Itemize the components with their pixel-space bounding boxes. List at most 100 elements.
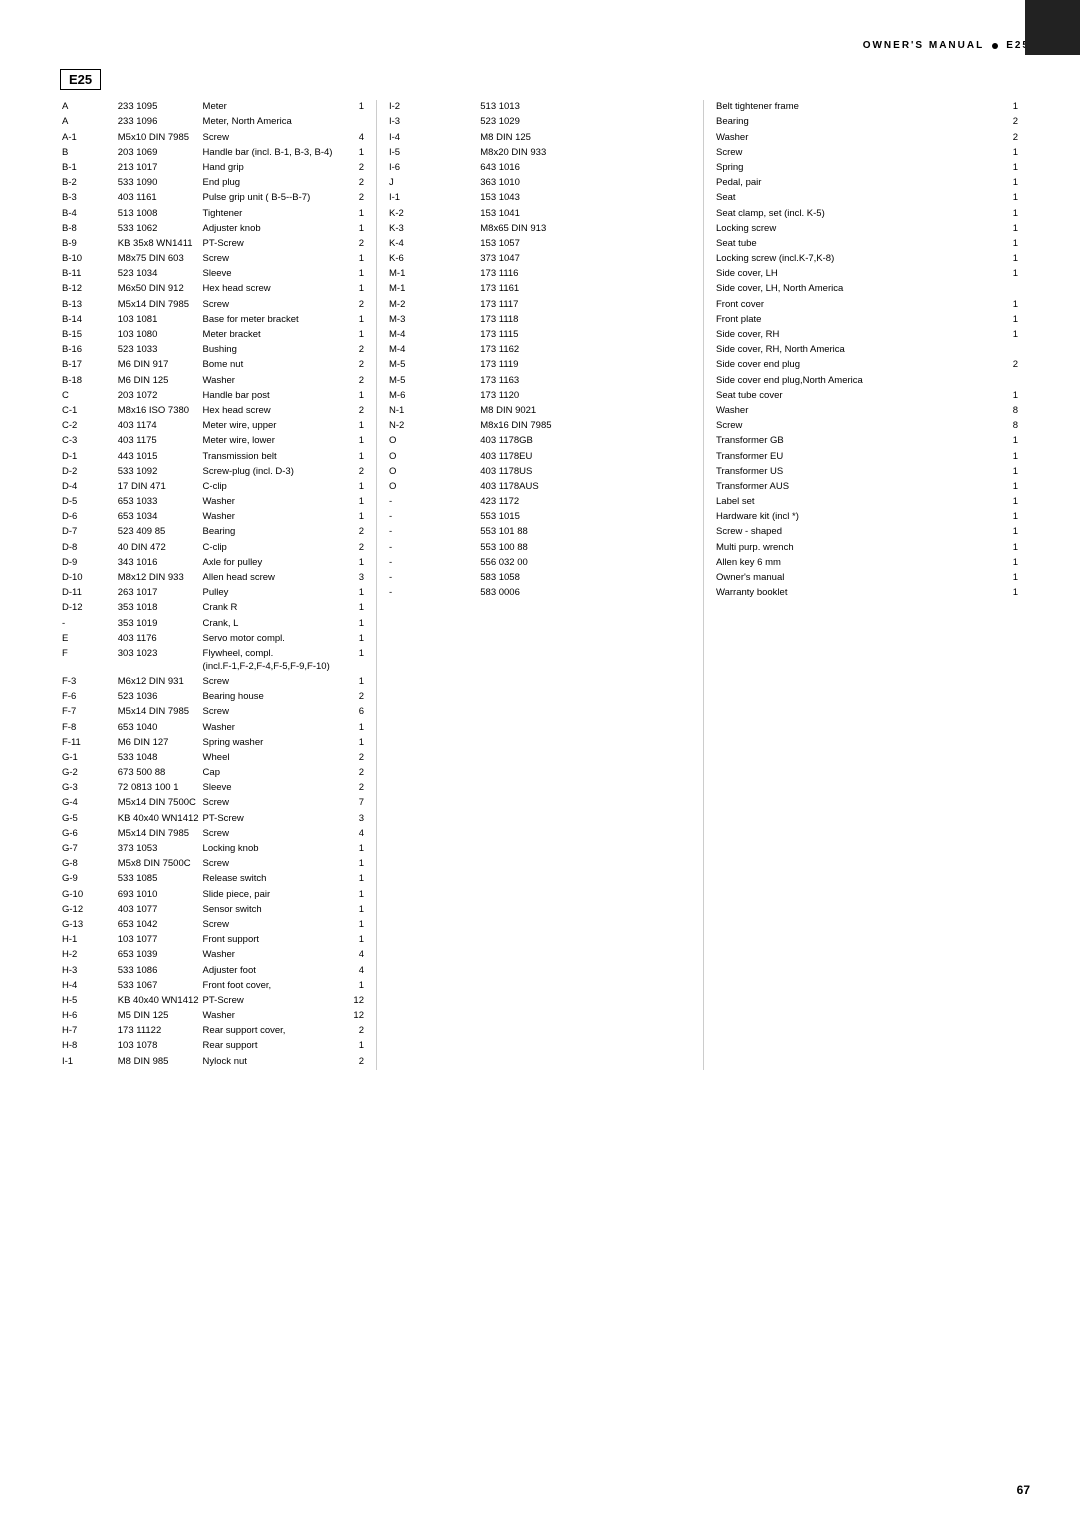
ref-cell: D-11	[60, 586, 116, 601]
part-cell: M5x14 DIN 7985	[116, 297, 201, 312]
table-row: D-4 17 DIN 471 C-clip 1	[60, 480, 366, 495]
ref-cell: G-4	[60, 796, 116, 811]
part-cell: 533 1086	[116, 963, 201, 978]
part-cell: 403 1175	[116, 434, 201, 449]
qty-cell: 1	[991, 328, 1020, 343]
table-row: F-3 M6x12 DIN 931 Screw 1	[60, 675, 366, 690]
qty-cell: 1	[348, 918, 366, 933]
table-row: I-2 513 1013	[387, 100, 693, 115]
desc-cell: Base for meter bracket	[201, 313, 349, 328]
ref-cell: C-1	[60, 404, 116, 419]
ref-cell: G-2	[60, 766, 116, 781]
table-row: Transformer GB 1	[714, 434, 1020, 449]
desc-cell: Bearing	[201, 525, 349, 540]
desc-cell: Adjuster foot	[201, 963, 349, 978]
ref-cell: H-6	[60, 1009, 116, 1024]
qty-cell: 2	[348, 297, 366, 312]
qty-cell: 1	[348, 857, 366, 872]
qty-cell: 1	[991, 252, 1020, 267]
desc-cell: Spring washer	[201, 736, 349, 751]
desc-cell: Transformer AUS	[714, 480, 991, 495]
ref-cell: M-3	[387, 313, 478, 328]
part-cell: 403 1178US	[478, 465, 693, 480]
qty-cell: 1	[991, 161, 1020, 176]
table-row: H-3 533 1086 Adjuster foot 4	[60, 963, 366, 978]
table-row: B-11 523 1034 Sleeve 1	[60, 267, 366, 282]
qty-cell: 1	[348, 434, 366, 449]
qty-cell: 1	[348, 510, 366, 525]
table-row: Screw - shaped 1	[714, 525, 1020, 540]
ref-cell: M-1	[387, 282, 478, 297]
part-cell: 173 1120	[478, 389, 693, 404]
desc-cell: Tightener	[201, 206, 349, 221]
table-row: H-2 653 1039 Washer 4	[60, 948, 366, 963]
ref-cell: M-4	[387, 343, 478, 358]
desc-cell: C-clip	[201, 540, 349, 555]
qty-cell: 1	[991, 313, 1020, 328]
part-cell: 173 1115	[478, 328, 693, 343]
part-cell: 373 1053	[116, 842, 201, 857]
qty-cell: 1	[348, 601, 366, 616]
qty-cell: 8	[991, 404, 1020, 419]
desc-cell: Flywheel, compl.(incl.F-1,F-2,F-4,F-5,F-…	[201, 647, 349, 675]
table-row: G-7 373 1053 Locking knob 1	[60, 842, 366, 857]
table-row: F-11 M6 DIN 127 Spring washer 1	[60, 736, 366, 751]
table-row: M-4 173 1162	[387, 343, 693, 358]
table-row: D-11 263 1017 Pulley 1	[60, 586, 366, 601]
desc-cell: Side cover, RH, North America	[714, 343, 991, 358]
page: OWNER'S MANUAL E25 E25 A 233 1095 Meter …	[0, 0, 1080, 1527]
ref-cell: C-3	[60, 434, 116, 449]
table-row: F-7 M5x14 DIN 7985 Screw 6	[60, 705, 366, 720]
desc-cell: Side cover, LH, North America	[714, 282, 991, 297]
qty-cell: 1	[348, 887, 366, 902]
desc-cell: Pedal, pair	[714, 176, 991, 191]
parts-table-2: I-2 513 1013 I-3 523 1029 I-4 M8 DIN 125…	[387, 100, 693, 601]
part-cell: M6 DIN 125	[116, 373, 201, 388]
desc-cell: Side cover, LH	[714, 267, 991, 282]
desc-cell: PT-Screw	[201, 237, 349, 252]
table-row: B-15 103 1080 Meter bracket 1	[60, 328, 366, 343]
table-row: H-7 173 11122 Rear support cover, 2	[60, 1024, 366, 1039]
table-row: - 423 1172	[387, 495, 693, 510]
qty-cell: 1	[348, 419, 366, 434]
desc-cell: Cap	[201, 766, 349, 781]
qty-cell: 2	[348, 161, 366, 176]
ref-cell: K-4	[387, 237, 478, 252]
desc-cell: Spring	[714, 161, 991, 176]
desc-cell: Hand grip	[201, 161, 349, 176]
table-row: Transformer US 1	[714, 465, 1020, 480]
ref-cell: G-9	[60, 872, 116, 887]
qty-cell: 1	[991, 389, 1020, 404]
ref-cell: C-2	[60, 419, 116, 434]
table-row: C-3 403 1175 Meter wire, lower 1	[60, 434, 366, 449]
desc-cell: Front cover	[714, 297, 991, 312]
desc-cell: Label set	[714, 495, 991, 510]
table-row: - 583 1058	[387, 571, 693, 586]
table-row: G-6 M5x14 DIN 7985 Screw 4	[60, 827, 366, 842]
table-row: A-1 M5x10 DIN 7985 Screw 4	[60, 130, 366, 145]
ref-cell: B-15	[60, 328, 116, 343]
table-row: D-6 653 1034 Washer 1	[60, 510, 366, 525]
table-row: G-5 KB 40x40 WN1412 PT-Screw 3	[60, 811, 366, 826]
table-row: Allen key 6 mm 1	[714, 556, 1020, 571]
desc-cell: Washer	[201, 720, 349, 735]
part-cell: 583 1058	[478, 571, 693, 586]
ref-cell: K-3	[387, 222, 478, 237]
part-cell: 403 1077	[116, 903, 201, 918]
part-cell: 40 DIN 472	[116, 540, 201, 555]
table-row: Side cover end plug 2	[714, 358, 1020, 373]
qty-cell: 3	[348, 811, 366, 826]
part-cell: 153 1057	[478, 237, 693, 252]
page-header: OWNER'S MANUAL E25	[60, 40, 1030, 51]
desc-cell: Washer	[201, 948, 349, 963]
ref-cell: M-4	[387, 328, 478, 343]
part-cell: 343 1016	[116, 556, 201, 571]
part-cell: 173 1119	[478, 358, 693, 373]
qty-cell: 2	[348, 781, 366, 796]
qty-cell: 2	[348, 525, 366, 540]
desc-cell: Multi purp. wrench	[714, 540, 991, 555]
ref-cell: M-2	[387, 297, 478, 312]
ref-cell: I-5	[387, 146, 478, 161]
table-row: B-4 513 1008 Tightener 1	[60, 206, 366, 221]
part-cell: 403 1174	[116, 419, 201, 434]
